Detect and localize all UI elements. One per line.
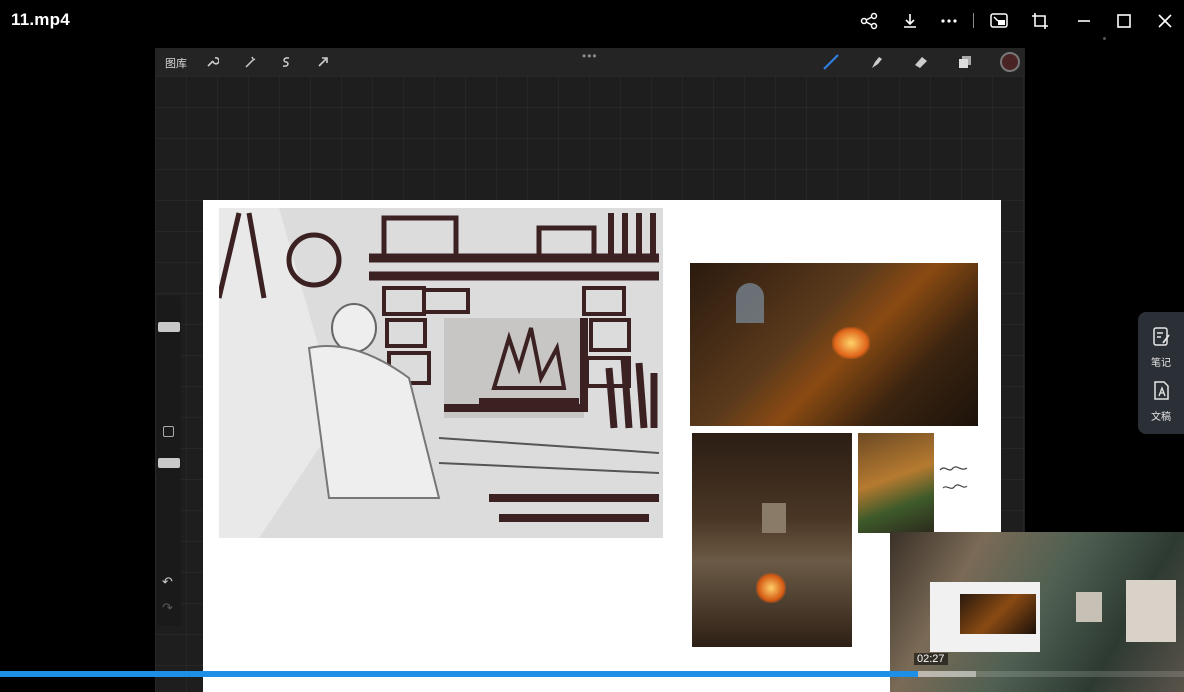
crop-icon [1032,13,1048,29]
transcript-label: 文稿 [1151,412,1171,423]
reference-image-fireplace [690,263,978,426]
title-bar: 11.mp4 [0,0,1184,42]
fireplace-sketch [219,208,663,538]
eraser-icon [911,52,931,72]
notes-icon [1153,327,1170,346]
drag-handle: ••• [582,49,598,63]
status-dot [1103,37,1106,40]
smudge-icon [866,52,886,72]
progress-buffer [917,671,976,677]
opacity-slider [158,458,180,468]
brush-icon [821,52,841,72]
wrench-icon [202,52,222,72]
redo-icon: ↷ [162,600,173,615]
share-icon [860,12,878,30]
close-button[interactable] [1152,8,1178,34]
progress-fill [0,671,918,677]
transcript-button[interactable]: 文稿 [1138,376,1184,426]
download-icon [904,14,916,28]
share-button[interactable] [856,8,882,34]
window-title: 11.mp4 [11,10,70,29]
undo-icon: ↶ [162,574,173,589]
color-swatch [1000,52,1020,72]
crop-button[interactable] [1027,8,1053,34]
minimize-icon [1078,20,1090,22]
maximize-icon [1117,14,1131,28]
picture-in-picture-icon [990,13,1008,28]
webcam-overlay [890,532,1184,692]
procreate-toolbar: 图库 ••• [155,48,1025,76]
video-frame[interactable]: 图库 ••• ↶ ↷ [0,42,1184,692]
brush-size-slider [158,322,180,332]
transform-arrow-icon [313,52,333,72]
modify-button [163,426,174,437]
more-button[interactable] [936,8,962,34]
magic-wand-icon [240,52,260,72]
handwritten-note [937,462,973,502]
time-tooltip: 02:27 [914,653,948,665]
assistant-panel: 笔记 文稿 [1138,312,1184,434]
notes-button[interactable]: 笔记 [1138,322,1184,372]
download-button[interactable] [897,8,923,34]
notes-label: 笔记 [1151,358,1171,369]
progress-bar[interactable] [0,671,1184,677]
toolbar-divider [973,13,974,28]
maximize-button[interactable] [1111,8,1137,34]
selection-icon [276,52,296,72]
artwork-canvas [203,200,1001,692]
gallery-label: 图库 [165,58,187,70]
layers-icon [955,52,975,72]
picture-in-picture-button[interactable] [986,8,1012,34]
brush-sidebar: ↶ ↷ [157,296,181,626]
transcript-icon [1154,381,1169,400]
close-icon [1158,14,1172,28]
reference-image-portrait [858,433,934,533]
minimize-button[interactable] [1071,8,1097,34]
reference-image-hall [692,433,852,647]
more-icon [941,19,957,23]
